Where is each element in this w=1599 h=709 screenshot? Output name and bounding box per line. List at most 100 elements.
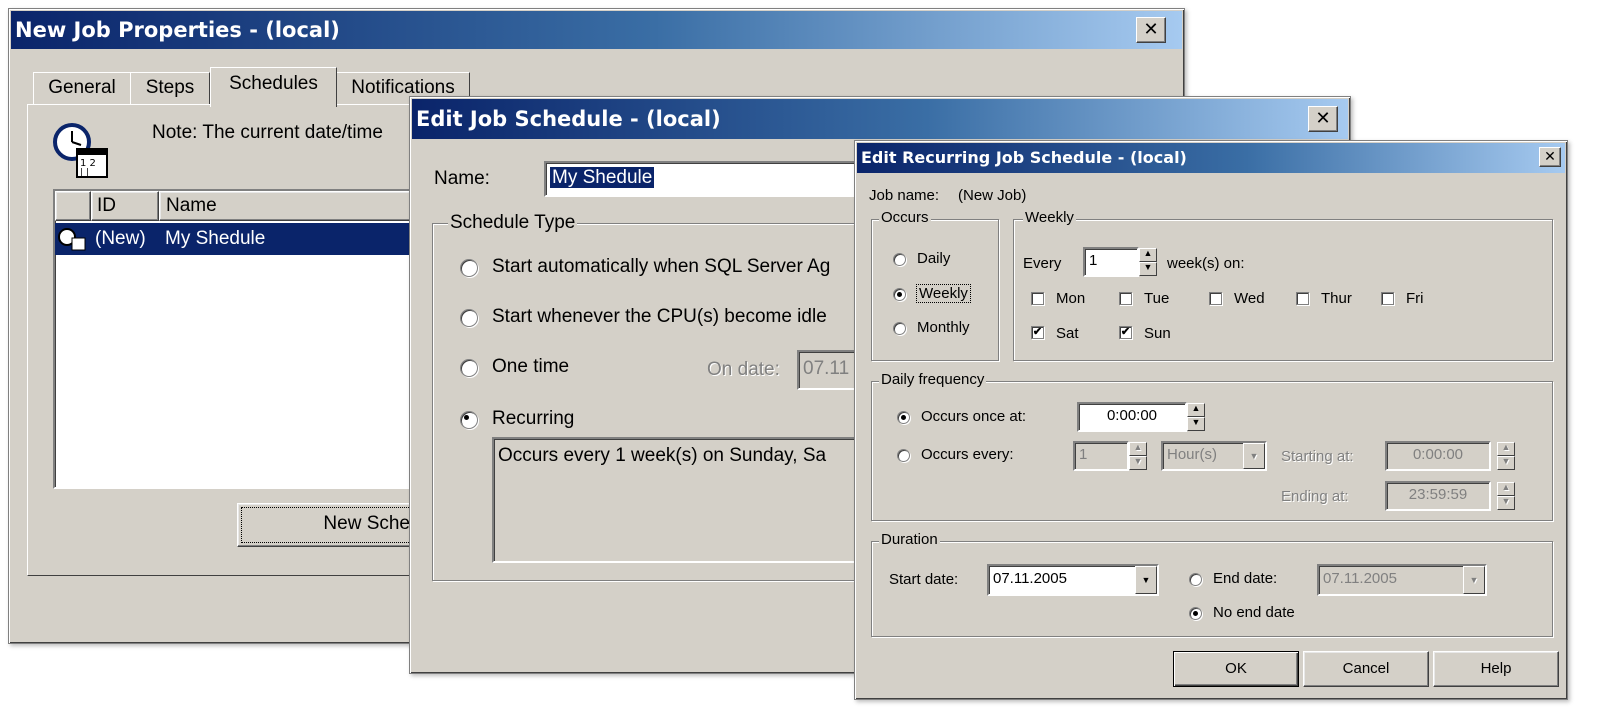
every-interval-spin-up[interactable]: ▲ xyxy=(1129,442,1147,456)
note-text: Note: The current date/time xyxy=(152,122,383,143)
weeks-input-value: 1 xyxy=(1089,252,1098,269)
checkbox-wed[interactable] xyxy=(1209,292,1222,305)
starting-at-spin-down[interactable]: ▼ xyxy=(1497,456,1515,470)
start-automatically-label: Start automatically when SQL Server Ag xyxy=(492,256,831,277)
radio-cpu-idle[interactable] xyxy=(460,309,478,327)
thur-label: Thur xyxy=(1321,290,1352,307)
on-date-value: 07.11 xyxy=(803,358,850,379)
checkbox-tue[interactable] xyxy=(1119,292,1132,305)
one-time-label: One time xyxy=(492,356,570,377)
end-date-value: 07.11.2005 xyxy=(1323,570,1397,587)
fri-label: Fri xyxy=(1406,290,1424,307)
checkbox-sun[interactable]: ✔ xyxy=(1119,326,1132,339)
start-date-value: 07.11.2005 xyxy=(993,570,1067,587)
every-interval-input[interactable]: 1 xyxy=(1073,441,1129,471)
help-button[interactable]: Help xyxy=(1433,651,1559,687)
start-date-input[interactable]: 07.11.2005 xyxy=(987,564,1159,596)
radio-recurring[interactable] xyxy=(460,411,478,429)
once-time-spin-down[interactable]: ▼ xyxy=(1187,417,1205,431)
ending-at-spin-down[interactable]: ▼ xyxy=(1497,496,1515,510)
radio-occurs-every[interactable] xyxy=(897,449,910,462)
radio-one-time[interactable] xyxy=(460,359,478,377)
cpu-idle-label: Start whenever the CPU(s) become idle xyxy=(492,306,827,327)
radio-no-end-date[interactable] xyxy=(1189,607,1202,620)
column-header-id[interactable]: ID xyxy=(91,191,159,221)
new-schedule-button-label: New Sched xyxy=(323,513,421,534)
starting-at-value: 0:00:00 xyxy=(1412,446,1464,463)
checkbox-sat[interactable]: ✔ xyxy=(1031,326,1044,339)
cancel-button-label: Cancel xyxy=(1342,660,1390,677)
occurs-every-label: Occurs every: xyxy=(921,446,1014,463)
once-time-input[interactable]: 0:00:00 xyxy=(1077,402,1187,432)
end-date-dropdown-icon[interactable]: ▼ xyxy=(1463,566,1485,594)
checkbox-mon[interactable] xyxy=(1031,292,1044,305)
radio-monthly[interactable] xyxy=(893,322,906,335)
column-header-icon[interactable] xyxy=(55,191,91,221)
recurring-label: Recurring xyxy=(492,408,575,429)
help-button-label: Help xyxy=(1480,660,1512,677)
title-bar[interactable]: Edit Job Schedule - (local) ✕ xyxy=(412,99,1348,139)
interval-unit-dropdown-icon[interactable]: ▼ xyxy=(1243,443,1265,469)
name-input[interactable]: My Shedule xyxy=(544,161,864,197)
ending-at-label: Ending at: xyxy=(1281,488,1349,505)
radio-occurs-once[interactable] xyxy=(897,411,910,424)
weeks-input[interactable]: 1 xyxy=(1083,247,1139,277)
radio-start-automatically[interactable] xyxy=(460,259,478,277)
title-bar[interactable]: Edit Recurring Job Schedule - (local) ✕ xyxy=(857,143,1565,173)
tue-label: Tue xyxy=(1144,290,1170,307)
starting-at-input[interactable]: 0:00:00 xyxy=(1385,441,1491,471)
tab-schedules[interactable]: Schedules xyxy=(210,67,337,107)
cancel-button[interactable]: Cancel xyxy=(1303,651,1429,687)
column-id-label: ID xyxy=(97,195,116,216)
close-button[interactable]: ✕ xyxy=(1136,17,1166,43)
window-title: New Job Properties - (local) xyxy=(15,18,340,42)
weekly-label: Weekly xyxy=(916,284,971,303)
no-end-date-label: No end date xyxy=(1213,604,1295,621)
name-label: Name: xyxy=(434,168,490,189)
ok-button-label: OK xyxy=(1225,660,1247,677)
radio-weekly[interactable] xyxy=(893,288,906,301)
edit-recurring-job-schedule-window: Edit Recurring Job Schedule - (local) ✕ … xyxy=(854,140,1568,700)
recurring-description: Occurs every 1 week(s) on Sunday, Sa xyxy=(492,437,872,563)
once-time-spin-up[interactable]: ▲ xyxy=(1187,403,1205,417)
every-interval-value: 1 xyxy=(1079,446,1088,463)
recurring-description-text: Occurs every 1 week(s) on Sunday, Sa xyxy=(498,445,827,466)
checkbox-thur[interactable] xyxy=(1296,292,1309,305)
wed-label: Wed xyxy=(1234,290,1265,307)
column-name-label: Name xyxy=(166,195,217,216)
window-title: Edit Job Schedule - (local) xyxy=(416,107,721,131)
tab-schedules-label: Schedules xyxy=(229,73,318,94)
end-date-input[interactable]: 07.11.2005 xyxy=(1317,564,1487,596)
ending-at-value: 23:59:59 xyxy=(1408,486,1468,503)
weeks-spin-down[interactable]: ▼ xyxy=(1139,262,1157,276)
tab-steps[interactable]: Steps xyxy=(130,72,210,104)
every-label: Every xyxy=(1023,255,1062,272)
radio-daily[interactable] xyxy=(893,253,906,266)
radio-end-date[interactable] xyxy=(1189,573,1202,586)
row-job-icon xyxy=(57,226,87,252)
weekly-group xyxy=(1013,219,1553,361)
tab-general[interactable]: General xyxy=(33,72,131,104)
tab-general-label: General xyxy=(48,77,116,98)
starting-at-spin-up[interactable]: ▲ xyxy=(1497,442,1515,456)
row-name: My Shedule xyxy=(165,228,266,249)
schedule-type-legend: Schedule Type xyxy=(448,212,578,234)
title-bar[interactable]: New Job Properties - (local) ✕ xyxy=(11,11,1182,49)
ending-at-input[interactable]: 23:59:59 xyxy=(1385,481,1491,511)
schedule-clock-icon: 1 2 | | xyxy=(51,121,117,181)
ok-button[interactable]: OK xyxy=(1173,651,1299,687)
every-interval-spin-down[interactable]: ▼ xyxy=(1129,456,1147,470)
tab-notifications-label: Notifications xyxy=(351,77,455,98)
daily-label: Daily xyxy=(917,250,951,267)
ending-at-spin-up[interactable]: ▲ xyxy=(1497,482,1515,496)
weeks-spin-up[interactable]: ▲ xyxy=(1139,248,1157,262)
start-date-dropdown-icon[interactable]: ▼ xyxy=(1135,566,1157,594)
end-date-label: End date: xyxy=(1213,570,1278,587)
job-name-label: Job name: xyxy=(869,187,940,204)
occurs-legend: Occurs xyxy=(879,209,931,226)
close-button[interactable]: ✕ xyxy=(1308,106,1338,132)
row-id: (New) xyxy=(95,228,146,249)
starting-at-label: Starting at: xyxy=(1281,448,1354,465)
close-button[interactable]: ✕ xyxy=(1539,147,1561,167)
checkbox-fri[interactable] xyxy=(1381,292,1394,305)
